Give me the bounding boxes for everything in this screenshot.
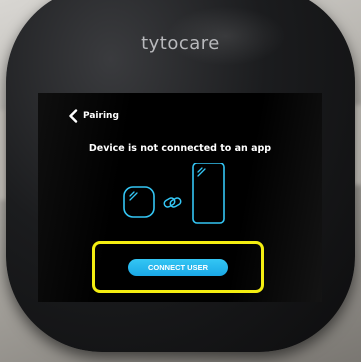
photo-background: tytocare Pairing Device is not connected… xyxy=(0,0,361,362)
rounded-square-device-icon xyxy=(123,186,155,218)
pairing-illustration xyxy=(123,163,225,224)
chain-link-icon xyxy=(163,197,182,208)
chevron-left-icon xyxy=(69,109,78,123)
connect-user-button[interactable]: CONNECT USER xyxy=(128,259,228,276)
connection-status-text: Device is not connected to an app xyxy=(88,143,272,154)
page-title: Pairing xyxy=(83,111,119,121)
smartphone-icon xyxy=(192,163,225,224)
device-screen: Pairing Device is not connected to an ap… xyxy=(38,93,322,302)
back-button[interactable]: Pairing xyxy=(68,107,119,125)
brand-logo: tytocare xyxy=(141,33,220,54)
